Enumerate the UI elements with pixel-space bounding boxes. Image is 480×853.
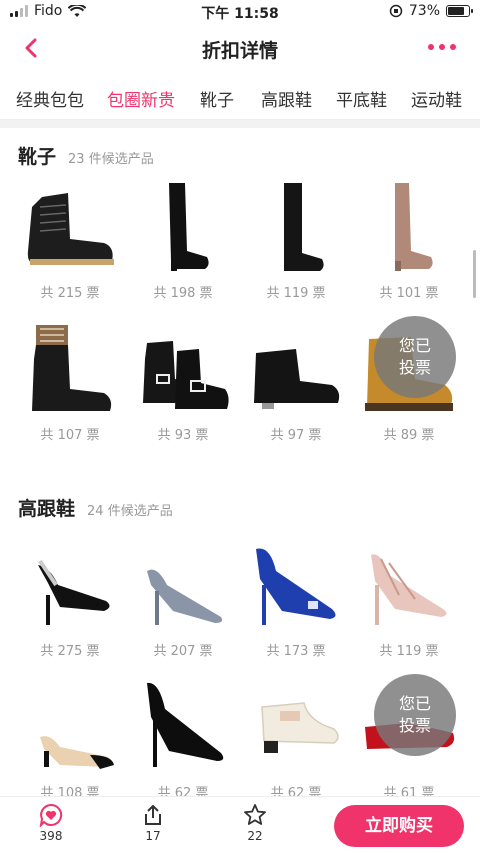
section-title: 高跟鞋 (18, 498, 76, 520)
product-card[interactable]: 共 215 票 (15, 172, 125, 301)
status-bar: Fido 下午 11:58 73% (0, 0, 480, 24)
vote-count: 共 93 票 (157, 428, 209, 443)
battery-icon (446, 5, 473, 17)
product-card[interactable]: 共 275 票 (15, 530, 125, 659)
bow-loafer-icon (241, 672, 351, 782)
vote-count: 共 97 票 (270, 428, 322, 443)
category-tabs: 经典包包 包圈新贵 靴子 高跟鞋 平底鞋 运动鞋 (0, 76, 480, 120)
patent-pump-icon (128, 672, 238, 782)
sock-boot-icon (15, 314, 125, 424)
section-count: 24 件候选产品 (87, 504, 173, 519)
product-card[interactable]: 共 101 票 (354, 172, 464, 301)
product-card[interactable]: 共 107 票 (15, 314, 125, 443)
buy-now-button[interactable]: 立即购买 (334, 805, 464, 847)
product-card[interactable]: 共 198 票 (128, 172, 238, 301)
like-bubble-icon (39, 803, 63, 827)
star-icon (244, 804, 266, 825)
voted-badge: 您已 投票 (374, 674, 456, 756)
studded-heel-icon (354, 530, 464, 640)
product-card[interactable]: 您已 投票 共 89 票 (354, 314, 464, 443)
product-card[interactable]: 您已 投票 共 61 票 (354, 672, 464, 801)
share-icon (145, 805, 161, 825)
scrollbar[interactable] (473, 250, 476, 298)
more-dots-icon[interactable] (428, 44, 456, 50)
product-card[interactable]: 共 207 票 (128, 530, 238, 659)
orientation-lock-icon (389, 4, 403, 18)
over-knee-boot-icon (128, 172, 238, 282)
like-count: 398 (39, 829, 63, 843)
tab-boots[interactable]: 靴子 (200, 86, 234, 111)
vote-count: 共 107 票 (40, 428, 100, 443)
ankle-boot-icon (241, 314, 351, 424)
bottom-action-bar: 398 17 22 立即购买 (0, 796, 480, 853)
tab-heels[interactable]: 高跟鞋 (261, 86, 312, 111)
nav-bar: 折扣详情 (0, 26, 480, 72)
product-card[interactable]: 共 93 票 (128, 314, 238, 443)
product-card[interactable]: 共 62 票 (241, 672, 351, 801)
section-divider (0, 120, 480, 128)
vote-count: 共 119 票 (266, 286, 326, 301)
two-tone-slingback-icon (15, 672, 125, 782)
over-knee-boot-icon (354, 172, 464, 282)
tab-flats[interactable]: 平底鞋 (336, 86, 387, 111)
vote-count: 共 101 票 (379, 286, 439, 301)
vote-count: 共 173 票 (266, 644, 326, 659)
satin-pump-icon (241, 530, 351, 640)
product-card[interactable]: 共 97 票 (241, 314, 351, 443)
favorite-button[interactable]: 22 (230, 803, 280, 843)
tab-new-bags[interactable]: 包圈新贵 (107, 86, 175, 111)
glitter-pump-icon (128, 530, 238, 640)
section-title: 靴子 (18, 146, 57, 168)
vote-count: 共 119 票 (379, 644, 439, 659)
vote-count: 共 89 票 (383, 428, 435, 443)
favorite-count: 22 (247, 829, 263, 843)
battery-percent: 73% (408, 3, 440, 19)
vote-count: 共 198 票 (153, 286, 213, 301)
slingback-heel-icon (15, 530, 125, 640)
section-header-boots: 靴子 23 件候选产品 (18, 142, 154, 169)
share-count: 17 (145, 829, 161, 843)
over-knee-boot-icon (241, 172, 351, 282)
share-button[interactable]: 17 (128, 803, 178, 843)
voted-badge: 您已 投票 (374, 316, 456, 398)
page-title: 折扣详情 (201, 40, 278, 62)
combat-boot-icon (15, 172, 125, 282)
tab-classic-bags[interactable]: 经典包包 (16, 86, 84, 111)
like-button[interactable]: 398 (26, 803, 76, 843)
chelsea-boot-icon (128, 314, 238, 424)
product-card[interactable]: 共 108 票 (15, 672, 125, 801)
tab-sneakers[interactable]: 运动鞋 (411, 86, 462, 111)
product-card[interactable]: 共 119 票 (241, 172, 351, 301)
vote-count: 共 275 票 (40, 644, 100, 659)
vote-count: 共 207 票 (153, 644, 213, 659)
product-card[interactable]: 共 119 票 (354, 530, 464, 659)
section-count: 23 件候选产品 (68, 152, 154, 167)
section-header-heels: 高跟鞋 24 件候选产品 (18, 494, 173, 521)
product-card[interactable]: 共 62 票 (128, 672, 238, 801)
vote-count: 共 215 票 (40, 286, 100, 301)
product-card[interactable]: 共 173 票 (241, 530, 351, 659)
